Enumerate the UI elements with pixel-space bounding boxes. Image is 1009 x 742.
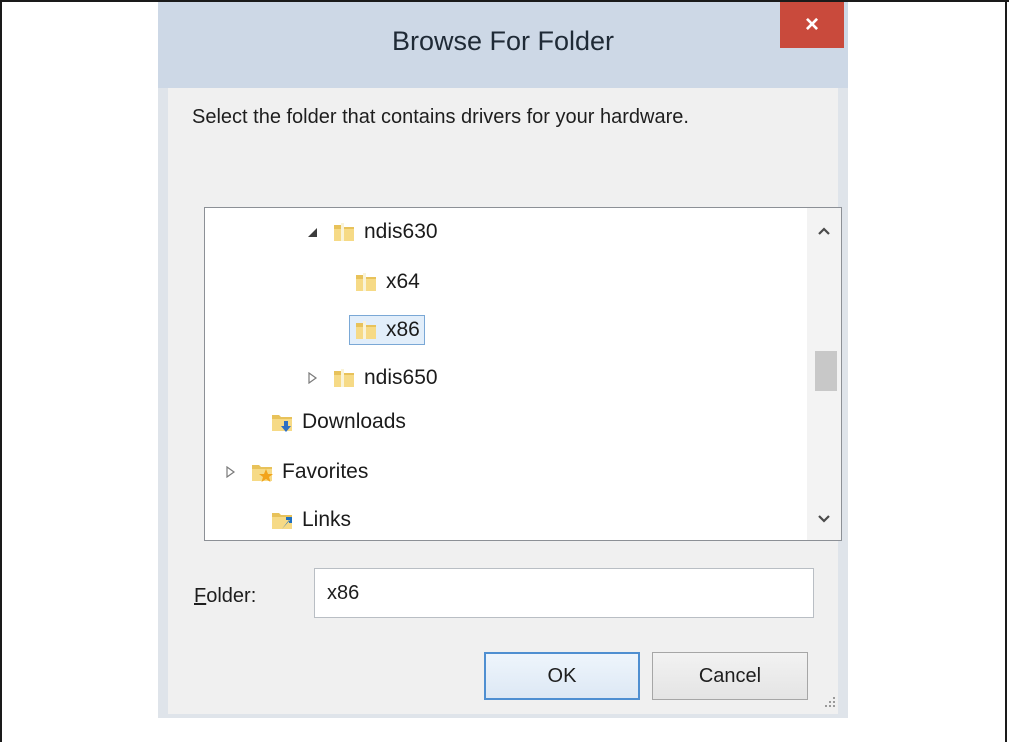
- folder-input[interactable]: [314, 568, 814, 618]
- instruction-text: Select the folder that contains drivers …: [192, 106, 689, 128]
- close-icon: ×: [804, 11, 819, 38]
- screenshot-border-left: [0, 0, 2, 742]
- downloads-folder-icon: [272, 415, 292, 432]
- links-folder-icon: [272, 513, 292, 529]
- tree-item-label: x64: [386, 270, 420, 293]
- tree-item-label: Links: [302, 508, 352, 531]
- expanded-arrow-icon[interactable]: [305, 225, 319, 239]
- folder-icon: [334, 223, 354, 241]
- tree-item-label: ndis650: [364, 366, 438, 389]
- scrollbar-thumb[interactable]: [815, 351, 837, 391]
- tree-item-ndis630[interactable]: ndis630: [305, 214, 443, 250]
- chevron-up-icon: [818, 227, 830, 235]
- resize-grip-icon[interactable]: [822, 694, 836, 708]
- browse-for-folder-dialog: Browse For Folder × Select the folder th…: [158, 2, 848, 718]
- title-bar: Browse For Folder ×: [158, 2, 848, 88]
- selection-highlight: x86: [349, 315, 425, 345]
- vertical-scrollbar[interactable]: [807, 208, 841, 540]
- tree-item-links[interactable]: Links: [243, 502, 356, 538]
- scroll-down-button[interactable]: [807, 504, 841, 534]
- tree-item-label: Downloads: [302, 410, 406, 433]
- dialog-title: Browse For Folder: [391, 26, 615, 56]
- collapsed-arrow-icon[interactable]: [305, 371, 319, 385]
- chevron-down-icon: [818, 515, 830, 523]
- folder-icon: [356, 273, 376, 291]
- folder-icon: [334, 369, 354, 387]
- accelerator-key: F: [194, 585, 207, 607]
- tree-item-label: x86: [386, 318, 420, 341]
- screenshot-border-right: [1005, 0, 1007, 742]
- tree-item-label: ndis630: [364, 220, 438, 243]
- folder-tree[interactable]: ndis630 x64 x86 ndis650 Downloads Favori…: [204, 207, 842, 541]
- tree-item-x86[interactable]: x86: [327, 312, 425, 348]
- tree-item-favorites[interactable]: Favorites: [223, 454, 373, 490]
- folder-icon: [356, 321, 376, 339]
- collapsed-arrow-icon[interactable]: [223, 465, 237, 479]
- favorites-folder-icon: [252, 465, 273, 482]
- folder-label-text: older:: [206, 585, 257, 607]
- scroll-up-button[interactable]: [807, 216, 841, 246]
- close-button[interactable]: ×: [780, 2, 844, 48]
- folder-field-label: Folder:: [194, 585, 256, 608]
- tree-item-downloads[interactable]: Downloads: [243, 404, 411, 440]
- tree-item-ndis650[interactable]: ndis650: [305, 360, 443, 396]
- tree-item-x64[interactable]: x64: [327, 264, 425, 300]
- ok-button[interactable]: OK: [484, 652, 640, 700]
- tree-item-label: Favorites: [282, 460, 369, 483]
- cancel-button[interactable]: Cancel: [652, 652, 808, 700]
